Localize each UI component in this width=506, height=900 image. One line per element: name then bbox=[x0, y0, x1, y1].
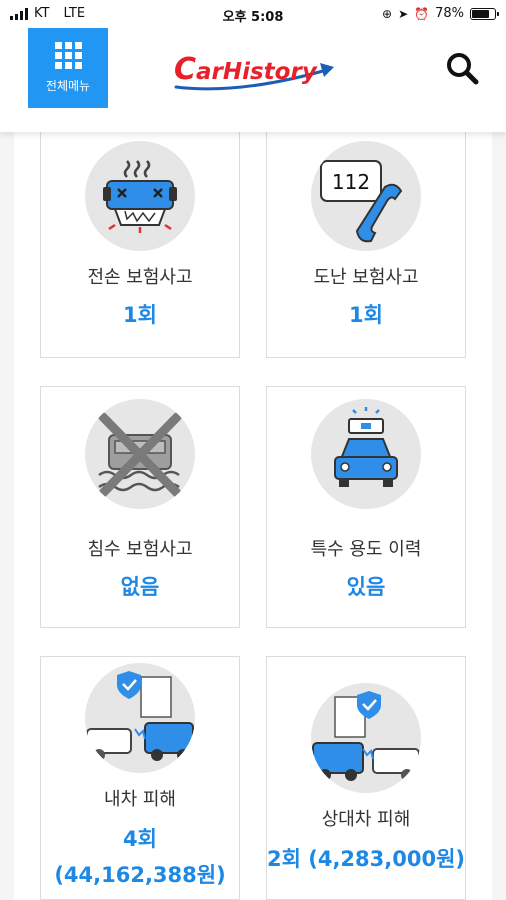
total-loss-car-icon bbox=[85, 141, 195, 251]
svg-text:C: C bbox=[174, 52, 196, 87]
card-amount: (44,162,388원) bbox=[54, 863, 226, 887]
card-my-car-damage[interactable]: 내차 피해 4회 (44,162,388원) bbox=[40, 656, 240, 900]
card-value: 1회 bbox=[123, 303, 157, 327]
menu-label: 전체메뉴 bbox=[45, 79, 91, 93]
battery-icon bbox=[470, 7, 499, 20]
flooded-car-icon bbox=[85, 399, 195, 509]
alarm-icon: ⏰ bbox=[414, 6, 430, 21]
grid-menu-icon bbox=[54, 42, 82, 69]
insurance-summary-list: 전손 보험사고 1회 112 도난 보험사고 1회 침수 보험사고 없음 특수 … bbox=[0, 128, 506, 900]
card-title: 침수 보험사고 bbox=[87, 539, 193, 560]
card-flood[interactable]: 침수 보험사고 없음 bbox=[40, 386, 240, 628]
phone-112-label: 112 bbox=[332, 170, 370, 194]
other-car-damage-icon bbox=[311, 683, 421, 793]
card-total-loss[interactable]: 전손 보험사고 1회 bbox=[40, 128, 240, 358]
search-icon bbox=[447, 53, 479, 85]
status-bar: KT LTE 오후 5:08 ⊕ ➤ ⏰ 78% bbox=[0, 0, 506, 28]
card-title: 내차 피해 bbox=[104, 789, 176, 810]
card-value: 없음 bbox=[120, 575, 160, 599]
card-value: 2회 (4,283,000원) bbox=[267, 847, 465, 871]
search-button[interactable] bbox=[442, 48, 482, 88]
taxi-icon bbox=[311, 399, 421, 509]
card-title: 도난 보험사고 bbox=[313, 267, 419, 288]
card-other-car-damage[interactable]: 상대차 피해 2회 (4,283,000원) bbox=[266, 656, 466, 900]
rotation-lock-icon: ⊕ bbox=[382, 6, 393, 21]
phone-112-icon: 112 bbox=[311, 141, 421, 251]
card-value: 있음 bbox=[346, 575, 386, 599]
full-menu-button[interactable]: 전체메뉴 bbox=[28, 28, 108, 108]
carhistory-logo[interactable]: C arHistory bbox=[170, 43, 340, 97]
app-header: 전체메뉴 C arHistory bbox=[0, 28, 506, 132]
card-title: 전손 보험사고 bbox=[87, 267, 193, 288]
battery-percent: 78% bbox=[435, 6, 464, 21]
card-theft[interactable]: 112 도난 보험사고 1회 bbox=[266, 128, 466, 358]
card-special-use[interactable]: 특수 용도 이력 있음 bbox=[266, 386, 466, 628]
svg-text:arHistory: arHistory bbox=[196, 59, 318, 85]
location-icon: ➤ bbox=[398, 6, 409, 21]
card-value: 4회 bbox=[123, 827, 157, 851]
my-car-damage-icon bbox=[85, 663, 195, 773]
card-title: 특수 용도 이력 bbox=[310, 539, 422, 560]
card-value: 1회 bbox=[349, 303, 383, 327]
card-title: 상대차 피해 bbox=[321, 809, 411, 830]
